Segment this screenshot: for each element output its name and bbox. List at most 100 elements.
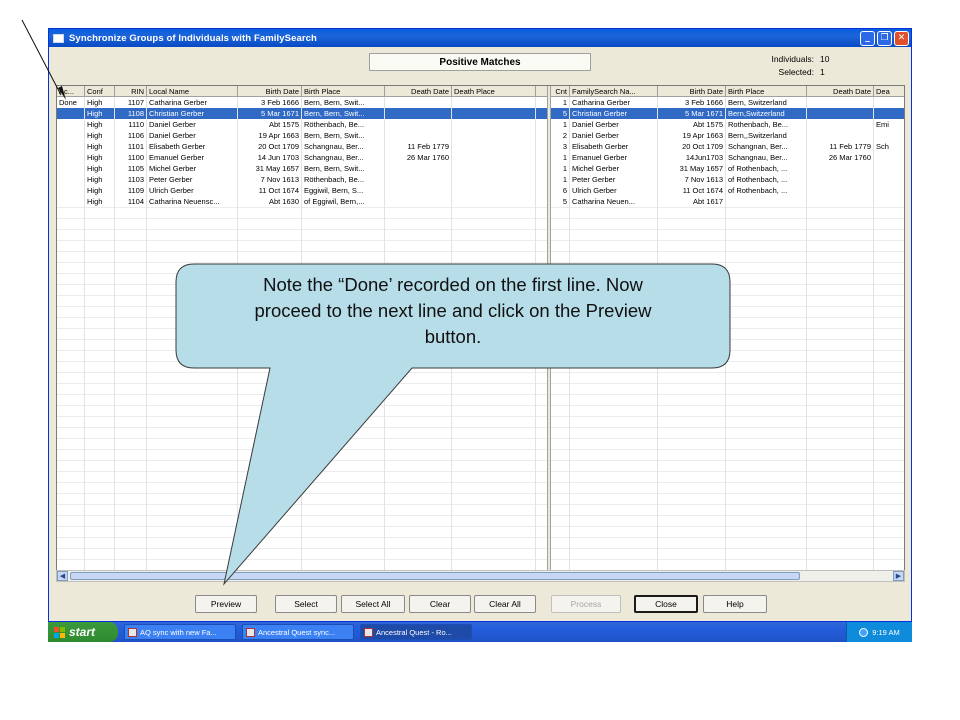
preview-button[interactable]: Preview (195, 595, 257, 613)
cell-fs-death-date (807, 119, 874, 130)
column-header-fs-death-date[interactable]: Death Date (807, 86, 874, 96)
cell-local-name: Ulrich Gerber (147, 185, 238, 196)
clear-button[interactable]: Clear (409, 595, 471, 613)
taskbar-item-ancestral-quest[interactable]: Ancestral Quest - Ro... (360, 624, 472, 640)
screen: Synchronize Groups of Individuals with F… (0, 0, 960, 720)
powerpoint-icon (128, 627, 137, 637)
cell-birth-place: Bern, Bern, Swit... (302, 97, 385, 108)
column-header-local-name[interactable]: Local Name (147, 86, 238, 96)
process-button[interactable]: Process (551, 595, 621, 613)
cell-fs-name: Michel Gerber (570, 163, 658, 174)
cell-birth-date: 14 Jun 1703 (238, 152, 302, 163)
grid-header-row[interactable]: Ac... Conf RIN Local Name Birth Date Birth Pl… (57, 86, 904, 97)
cell-birth-date: 7 Nov 1613 (238, 174, 302, 185)
start-button[interactable]: start (48, 622, 118, 642)
cell-confidence: High (85, 196, 115, 207)
cell-local-name: Daniel Gerber (147, 119, 238, 130)
cell-birth-place: Eggiwil, Bern, S... (302, 185, 385, 196)
table-row[interactable]: High 1109 Ulrich Gerber 11 Oct 1674 Eggiwil,… (57, 185, 904, 196)
grid-line (57, 438, 904, 439)
cell-fs-birth-date: 11 Oct 1674 (658, 185, 726, 196)
column-line (725, 97, 726, 570)
cell-death-place (452, 174, 536, 185)
cell-fs-birth-place: Bern,Switzerland (726, 108, 807, 119)
help-button[interactable]: Help (703, 595, 767, 613)
column-header-confidence[interactable]: Conf (85, 86, 115, 96)
taskbar-item-ancestral-quest-sync[interactable]: Ancestral Quest sync... (242, 624, 354, 640)
cell-birth-date: 20 Oct 1709 (238, 141, 302, 152)
cell-fs-death-place (874, 130, 904, 141)
cell-count: 1 (540, 152, 570, 163)
table-row[interactable]: High 1108 Christian Gerber 5 Mar 1671 Bern, … (57, 108, 904, 119)
network-icon[interactable] (859, 627, 869, 637)
column-header-action[interactable]: Ac... (57, 86, 85, 96)
taskbar: start AQ sync with new Fa... Ancestral Q… (48, 622, 912, 642)
table-row[interactable]: High 1100 Emanuel Gerber 14 Jun 1703 Schangn… (57, 152, 904, 163)
close-button[interactable]: Close (634, 595, 698, 613)
grid-line (57, 240, 904, 241)
grid-line (57, 218, 904, 219)
scroll-right-icon[interactable]: ▶ (893, 571, 904, 581)
cell-birth-date: Abt 1630 (238, 196, 302, 207)
cell-action (57, 108, 85, 119)
cell-fs-birth-place: Bern, Switzerland (726, 97, 807, 108)
table-row[interactable]: Done High 1107 Catharina Gerber 3 Feb 1666 Be… (57, 97, 904, 108)
cell-death-date (385, 97, 452, 108)
clear-all-button[interactable]: Clear All (474, 595, 536, 613)
select-all-button[interactable]: Select All (341, 595, 405, 613)
cell-rin: 1110 (115, 119, 147, 130)
scroll-thumb[interactable] (70, 572, 800, 580)
cell-confidence: High (85, 130, 115, 141)
table-row[interactable]: High 1106 Daniel Gerber 19 Apr 1663 Bern, Be… (57, 130, 904, 141)
table-row[interactable]: High 1110 Daniel Gerber Abt 1575 Röthenbach,… (57, 119, 904, 130)
button-bar: Preview Select Select All Clear Clear Al… (49, 595, 913, 615)
column-header-fs-birth-place[interactable]: Birth Place (726, 86, 807, 96)
section-title: Positive Matches (369, 53, 591, 71)
cell-fs-birth-date: 7 Nov 1613 (658, 174, 726, 185)
table-row[interactable]: High 1101 Elisabeth Gerber 20 Oct 1709 Schan… (57, 141, 904, 152)
restore-icon[interactable]: ❐ (877, 30, 892, 46)
table-row[interactable]: High 1103 Peter Gerber 7 Nov 1613 Röthenbach… (57, 174, 904, 185)
cell-rin: 1104 (115, 196, 147, 207)
title-bar[interactable]: Synchronize Groups of Individuals with F… (49, 29, 911, 47)
horizontal-scrollbar[interactable]: ◀ ▶ (56, 570, 905, 582)
cell-fs-birth-date: 3 Feb 1666 (658, 97, 726, 108)
cell-local-name: Michel Gerber (147, 163, 238, 174)
cell-count: 1 (540, 119, 570, 130)
cell-fs-birth-date: 20 Oct 1709 (658, 141, 726, 152)
cell-confidence: High (85, 108, 115, 119)
column-header-fs-birth-date[interactable]: Birth Date (658, 86, 726, 96)
cell-death-place (452, 108, 536, 119)
table-row[interactable]: High 1105 Michel Gerber 31 May 1657 Bern, Be… (57, 163, 904, 174)
close-icon[interactable]: ✕ (894, 30, 909, 46)
scroll-left-icon[interactable]: ◀ (57, 571, 68, 581)
column-header-rin[interactable]: RIN (115, 86, 147, 96)
start-label: start (69, 625, 96, 639)
cell-birth-place: of Eggiwil, Bern,... (302, 196, 385, 207)
select-button[interactable]: Select (275, 595, 337, 613)
app-window-icon (364, 627, 373, 637)
cell-fs-birth-place: of Rothenbach, ... (726, 185, 807, 196)
grid-line (57, 460, 904, 461)
cell-birth-place: Schangnau, Ber... (302, 141, 385, 152)
cell-action (57, 152, 85, 163)
column-header-fs-death-place[interactable]: Dea (874, 86, 904, 96)
cell-rin: 1108 (115, 108, 147, 119)
grid-line (57, 350, 904, 351)
cell-death-place (452, 185, 536, 196)
cell-fs-birth-place: of Rothenbach, ... (726, 174, 807, 185)
minimize-icon[interactable]: _ (860, 30, 875, 46)
grid-line (57, 251, 904, 252)
table-row[interactable]: High 1104 Catharina Neuensc... Abt 1630 of E… (57, 196, 904, 207)
column-header-death-place[interactable]: Death Place (452, 86, 536, 96)
column-header-birth-place[interactable]: Birth Place (302, 86, 385, 96)
cell-birth-date: 11 Oct 1674 (238, 185, 302, 196)
callout-line-3: button. (424, 326, 482, 347)
column-line (806, 97, 807, 570)
column-header-birth-date[interactable]: Birth Date (238, 86, 302, 96)
taskbar-item-aq-sync[interactable]: AQ sync with new Fa... (124, 624, 236, 640)
column-header-count[interactable]: Cnt (540, 86, 570, 96)
column-header-fs-name[interactable]: FamilySearch Na... (570, 86, 658, 96)
column-header-death-date[interactable]: Death Date (385, 86, 452, 96)
match-counts: Individuals: 10 Selected: 1 (764, 53, 829, 79)
